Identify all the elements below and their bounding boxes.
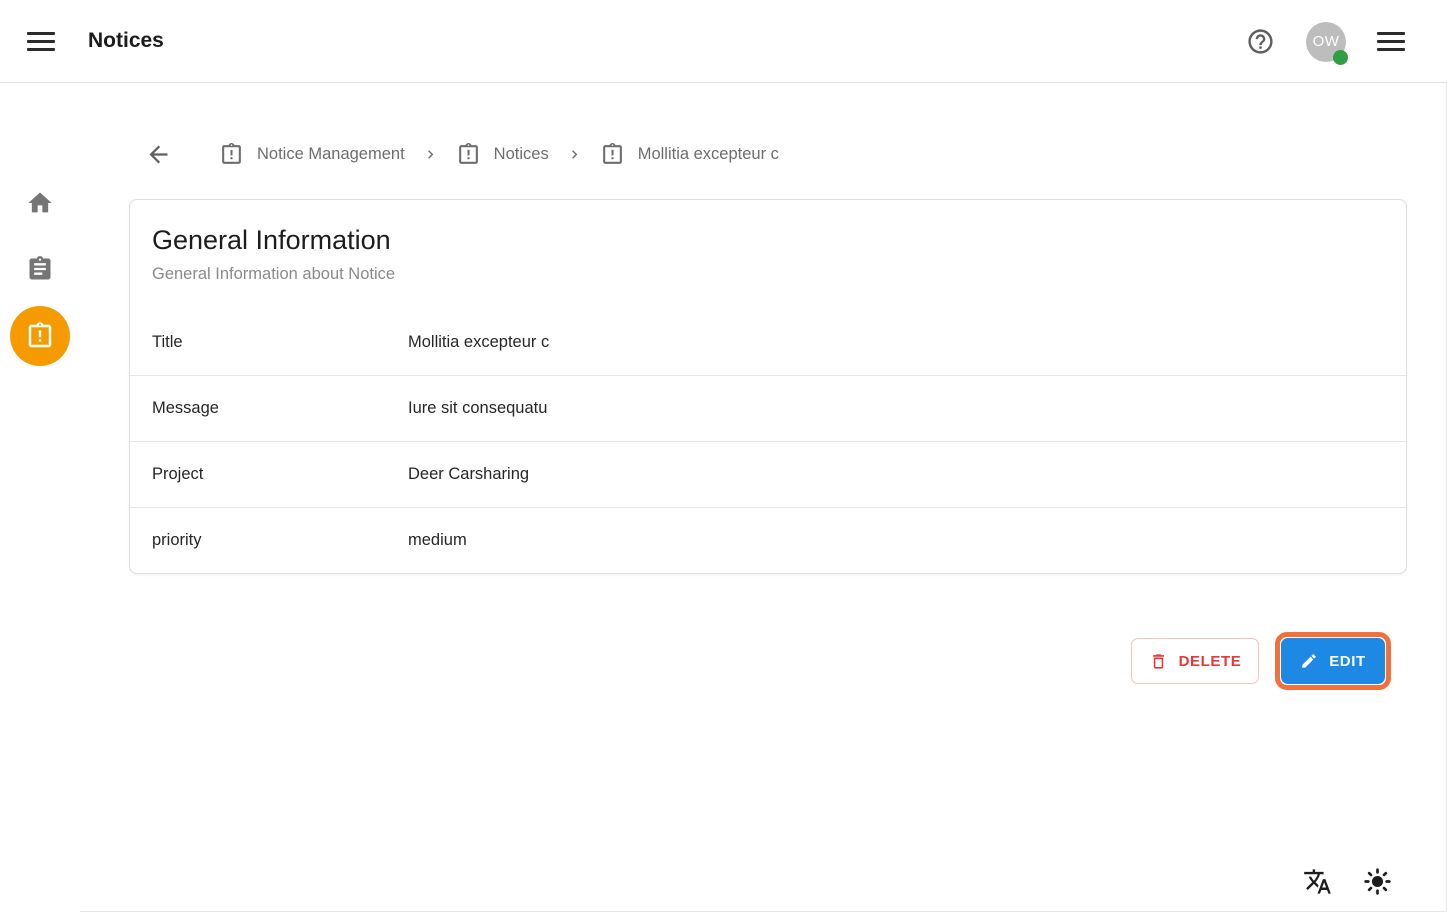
delete-button-label: DELETE	[1179, 653, 1242, 670]
sidebar-item-tasks[interactable]	[0, 255, 80, 283]
help-icon[interactable]	[1246, 27, 1275, 56]
field-row-message: Message Iure sit consequatu	[130, 375, 1406, 441]
card-title: General Information	[152, 223, 1384, 257]
overflow-menu-icon[interactable]	[1377, 32, 1405, 51]
clipboard-icon	[26, 255, 54, 283]
chevron-right-icon	[566, 146, 583, 163]
avatar-initials: OW	[1313, 33, 1340, 50]
field-label: Project	[152, 465, 408, 484]
edit-button[interactable]: EDIT	[1281, 638, 1385, 684]
app-bar: Notices OW	[0, 0, 1447, 83]
menu-icon[interactable]	[27, 32, 55, 51]
brightness-icon[interactable]	[1363, 867, 1392, 896]
online-status-dot	[1333, 50, 1348, 65]
delete-button[interactable]: DELETE	[1131, 638, 1259, 684]
field-row-project: Project Deer Carsharing	[130, 441, 1406, 507]
trash-icon	[1149, 652, 1168, 671]
breadcrumb-items: Notice Management Notices Mollitia excep…	[219, 142, 779, 167]
field-label: Title	[152, 333, 408, 352]
notice-icon	[456, 142, 481, 167]
field-row-priority: priority medium	[130, 507, 1406, 573]
edit-button-highlight-ring: EDIT	[1275, 632, 1391, 690]
action-buttons: DELETE EDIT	[129, 632, 1407, 690]
translate-icon[interactable]	[1303, 867, 1332, 896]
field-value: Iure sit consequatu	[408, 399, 547, 418]
home-icon	[26, 189, 54, 217]
avatar[interactable]: OW	[1306, 22, 1346, 62]
field-value: Deer Carsharing	[408, 465, 529, 484]
field-label: priority	[152, 531, 408, 550]
card-subtitle: General Information about Notice	[152, 263, 1384, 285]
sidebar-item-home[interactable]	[0, 189, 80, 217]
back-arrow-icon[interactable]	[145, 141, 172, 168]
field-value: medium	[408, 531, 467, 550]
notice-icon	[25, 321, 55, 351]
field-label: Message	[152, 399, 408, 418]
breadcrumb-item-notice-management[interactable]: Notice Management	[219, 142, 405, 167]
edit-button-label: EDIT	[1329, 653, 1366, 670]
breadcrumb-label: Notice Management	[257, 145, 405, 164]
general-information-card: General Information General Information …	[129, 199, 1407, 574]
breadcrumb-label: Mollitia excepteur c	[638, 145, 779, 164]
field-row-title: Title Mollitia excepteur c	[130, 309, 1406, 375]
page-title: Notices	[88, 29, 164, 53]
sidebar-active-circle	[10, 306, 70, 366]
sidebar	[0, 83, 80, 912]
app-bar-right: OW	[1246, 0, 1405, 83]
breadcrumb: Notice Management Notices Mollitia excep…	[145, 138, 1407, 170]
notice-icon	[219, 142, 244, 167]
field-value: Mollitia excepteur c	[408, 333, 549, 352]
card-header: General Information General Information …	[130, 200, 1406, 285]
notice-icon	[600, 142, 625, 167]
breadcrumb-label: Notices	[494, 145, 549, 164]
chevron-right-icon	[422, 146, 439, 163]
breadcrumb-item-current[interactable]: Mollitia excepteur c	[600, 142, 779, 167]
sidebar-item-notices[interactable]	[0, 306, 80, 366]
pencil-icon	[1300, 652, 1318, 670]
breadcrumb-item-notices[interactable]: Notices	[456, 142, 549, 167]
utility-icons	[1303, 867, 1392, 896]
field-list: Title Mollitia excepteur c Message Iure …	[130, 309, 1406, 573]
